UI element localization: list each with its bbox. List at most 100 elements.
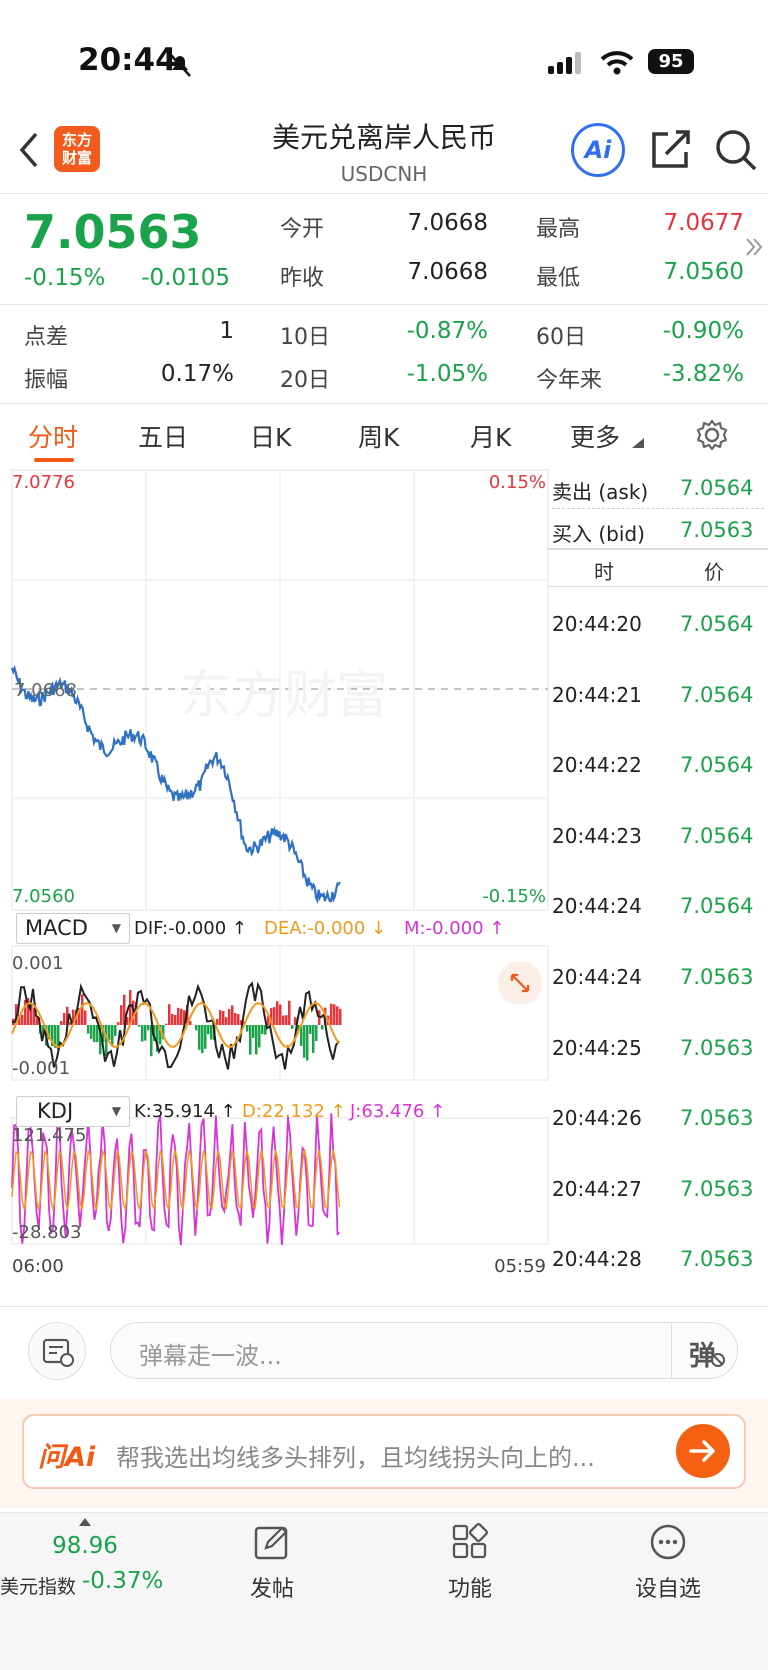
kdj-j: J:63.476 ↑ xyxy=(350,1101,446,1122)
expand-chevron-icon[interactable] xyxy=(744,236,764,258)
macd-bar xyxy=(141,1025,144,1042)
macd-bar xyxy=(63,1012,66,1025)
page-subtitle: USDCNH xyxy=(340,162,428,186)
macd-name: MACD xyxy=(25,916,88,940)
macd-bar xyxy=(216,1018,219,1025)
function-grid-icon[interactable] xyxy=(450,1522,490,1562)
macd-bar xyxy=(228,1009,231,1025)
tab-five-day[interactable]: 五日 xyxy=(138,418,188,454)
kdj-selector[interactable]: KDJ ▼ xyxy=(16,1096,130,1127)
nav-post[interactable]: 发帖 xyxy=(212,1571,332,1603)
macd-bar xyxy=(282,1015,285,1025)
trade-time: 20:44:27 xyxy=(552,1177,642,1201)
macd-bar xyxy=(138,1025,141,1027)
trade-price: 7.0563 xyxy=(680,1106,754,1130)
intraday-chart[interactable]: 东方财富 7.0776 0.15% 7.0668 7.0560 -0.15% 0… xyxy=(0,468,550,1308)
macd-bar xyxy=(276,1001,279,1025)
macd-bar xyxy=(198,1025,201,1050)
macd-bar xyxy=(252,1025,255,1038)
index-value[interactable]: 98.96 xyxy=(30,1533,140,1559)
share-icon[interactable] xyxy=(650,128,692,170)
macd-bar xyxy=(93,1025,96,1043)
prev-close-label: 昨收 xyxy=(280,266,325,291)
ask-ai-input[interactable]: 问Ai 帮我选出均线多头排列，且均线拐头向上的... xyxy=(22,1414,746,1489)
search-icon[interactable] xyxy=(714,128,758,172)
macd-bar xyxy=(309,1025,312,1034)
ask-price: 7.0564 xyxy=(680,476,754,500)
comment-input[interactable]: 弹幕走一波... 弹 xyxy=(110,1322,738,1379)
trade-price: 7.0563 xyxy=(680,1036,754,1060)
trade-price: 7.0564 xyxy=(680,894,754,918)
ai-button[interactable]: Ai xyxy=(571,123,625,177)
tab-weekly-k[interactable]: 周K xyxy=(358,418,399,454)
dropdown-triangle-icon: ▼ xyxy=(111,921,121,935)
d10-value: -0.87% xyxy=(406,318,488,344)
notes-button[interactable] xyxy=(28,1322,86,1380)
macd-bar xyxy=(195,1025,198,1031)
tab-daily-k[interactable]: 日K xyxy=(250,418,291,454)
macd-bar xyxy=(288,1000,291,1025)
tab-more[interactable]: 更多 xyxy=(570,418,620,454)
kdj-top-label: 121.475 xyxy=(12,1125,86,1146)
notes-settings-icon xyxy=(42,1338,74,1367)
macd-bar xyxy=(117,1022,120,1025)
up-triangle-icon xyxy=(79,1518,91,1526)
macd-bar xyxy=(285,1015,288,1025)
tab-monthly-k[interactable]: 月K xyxy=(470,418,511,454)
macd-bar xyxy=(201,1025,204,1054)
wifi-icon xyxy=(600,51,634,75)
macd-selector[interactable]: MACD ▼ xyxy=(16,913,130,944)
divider xyxy=(548,548,768,550)
macd-bar xyxy=(84,1010,87,1025)
trade-time: 20:44:22 xyxy=(552,753,642,777)
brand-logo: 东方 财富 xyxy=(54,126,100,172)
tab-underline xyxy=(34,458,74,462)
settings-gear-icon[interactable] xyxy=(695,418,729,452)
back-icon[interactable] xyxy=(16,130,42,170)
ask-ai-send-button[interactable] xyxy=(676,1424,730,1478)
macd-bar xyxy=(339,1008,342,1025)
macd-bar xyxy=(120,1005,123,1025)
kdj-d: D:22.132 ↑ xyxy=(242,1101,346,1122)
nav-function[interactable]: 功能 xyxy=(410,1571,530,1603)
macd-bar xyxy=(180,1008,183,1025)
comment-placeholder: 弹幕走一波... xyxy=(139,1342,282,1370)
macd-dea: DEA:-0.000 ↓ xyxy=(264,918,387,939)
ask-ai-brand: 问Ai xyxy=(38,1442,96,1473)
more-triangle-icon xyxy=(632,438,644,448)
chart-watermark: 东方财富 xyxy=(180,667,388,725)
app-root: 20:44 95 东方 财富 美元兑离岸人民币 USDCNH Ai 7.0563 … xyxy=(0,0,768,1670)
trade-price: 7.0564 xyxy=(680,683,754,707)
macd-dif: DIF:-0.000 ↑ xyxy=(134,918,248,939)
macd-bar xyxy=(255,1025,258,1055)
macd-bar xyxy=(312,1025,315,1053)
macd-bar xyxy=(225,1017,228,1025)
macd-bar xyxy=(147,1025,150,1031)
more-circle-icon[interactable] xyxy=(648,1522,688,1562)
index-change[interactable]: -0.37% xyxy=(82,1568,163,1594)
macd-bar xyxy=(204,1025,207,1049)
macd-bar xyxy=(306,1025,309,1061)
index-name[interactable]: 美元指数 xyxy=(0,1572,76,1599)
prev-close-value: 7.0668 xyxy=(407,259,488,285)
low-value: 7.0560 xyxy=(663,259,744,285)
macd-bar xyxy=(279,1004,282,1025)
low-label: 最低 xyxy=(536,266,581,291)
nav-add-watchlist[interactable]: 设自选 xyxy=(608,1571,728,1603)
dropdown-triangle-icon: ▼ xyxy=(111,1104,121,1118)
d20-label: 20日 xyxy=(280,368,330,393)
macd-bar xyxy=(273,1007,276,1025)
price-header: 价 xyxy=(704,560,724,584)
trade-price: 7.0563 xyxy=(680,1177,754,1201)
macd-bar xyxy=(165,1023,168,1025)
chart-bottom-left-label: 7.0560 xyxy=(12,886,75,907)
macd-bar xyxy=(231,1005,234,1025)
edit-post-icon[interactable] xyxy=(252,1522,292,1562)
tab-intraday[interactable]: 分时 xyxy=(28,418,78,454)
divider xyxy=(552,508,764,509)
macd-bar xyxy=(144,1025,147,1041)
macd-bar xyxy=(291,1025,294,1029)
open-label: 今开 xyxy=(280,217,325,242)
fullscreen-button[interactable] xyxy=(498,961,542,1005)
macd-bar xyxy=(249,1025,252,1055)
